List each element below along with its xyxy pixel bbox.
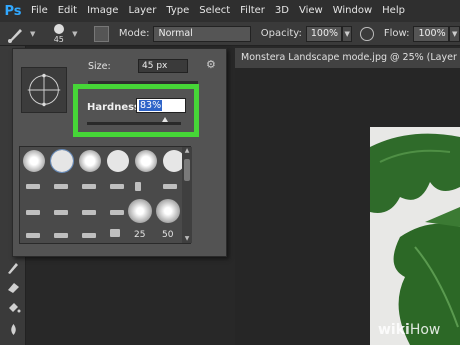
brush-panel-toggle-icon[interactable] bbox=[93, 25, 109, 42]
menu-bar: Ps File Edit Image Layer Type Select Fil… bbox=[0, 0, 460, 22]
preset-soft-round-50[interactable] bbox=[156, 199, 180, 223]
size-field[interactable]: 45 px bbox=[138, 59, 188, 73]
brush-tool-dropdown-icon[interactable]: ▼ bbox=[30, 30, 35, 38]
menu-image[interactable]: Image bbox=[82, 0, 123, 22]
opacity-field[interactable]: 100% bbox=[305, 25, 342, 42]
options-bar: ▼ 45 ▼ Mode: Normal Opacity: 100% ▼ Flow… bbox=[0, 22, 460, 46]
preset-small-14[interactable] bbox=[110, 229, 120, 237]
brush-preset-picker[interactable]: 45 bbox=[47, 23, 70, 45]
paint-bucket-icon[interactable] bbox=[6, 300, 21, 315]
preset-small-7[interactable] bbox=[26, 210, 40, 215]
preset-small-1[interactable] bbox=[26, 184, 40, 189]
preset-soft-round-2[interactable] bbox=[79, 150, 101, 172]
preset-small-13[interactable] bbox=[82, 233, 96, 238]
preset-small-2[interactable] bbox=[54, 184, 68, 189]
document-tab[interactable]: Monstera Landscape mode.jpg @ 25% (Layer… bbox=[235, 48, 460, 68]
preset-soft-round-3[interactable] bbox=[135, 150, 157, 172]
brush-dot-icon bbox=[53, 23, 64, 34]
brush-icon[interactable] bbox=[6, 24, 28, 44]
preset-number-50: 50 bbox=[162, 230, 174, 240]
brush-preset-panel: Size: 45 px ⚙ Hardness: 83% 25 50 ▲ ▼ bbox=[12, 48, 227, 257]
gear-icon[interactable]: ⚙ bbox=[206, 59, 218, 71]
airbrush-icon[interactable] bbox=[360, 26, 374, 41]
preset-small-6[interactable] bbox=[163, 184, 177, 189]
eraser-tool-icon[interactable] bbox=[6, 280, 21, 295]
preset-small-5[interactable] bbox=[135, 182, 141, 191]
preset-soft-round-25[interactable] bbox=[128, 199, 152, 223]
blur-tool-icon[interactable] bbox=[6, 322, 21, 337]
preset-hard-round-2[interactable] bbox=[107, 150, 129, 172]
hardness-highlight-box bbox=[73, 84, 199, 137]
preset-hard-round[interactable] bbox=[50, 149, 74, 173]
brush-size-readout: 45 bbox=[53, 34, 64, 44]
preset-small-3[interactable] bbox=[82, 184, 96, 189]
preset-small-9[interactable] bbox=[82, 210, 96, 215]
presets-scrollbar[interactable]: ▲ ▼ bbox=[182, 147, 192, 243]
preset-number-25: 25 bbox=[134, 230, 146, 240]
menu-window[interactable]: Window bbox=[328, 0, 377, 22]
menu-help[interactable]: Help bbox=[377, 0, 410, 22]
scrollbar-thumb[interactable] bbox=[184, 159, 190, 181]
menu-view[interactable]: View bbox=[294, 0, 328, 22]
preset-small-12[interactable] bbox=[54, 233, 68, 238]
size-label: Size: bbox=[88, 61, 111, 72]
flow-label: Flow: bbox=[383, 28, 410, 39]
menu-3d[interactable]: 3D bbox=[270, 0, 294, 22]
scroll-down-icon[interactable]: ▼ bbox=[182, 235, 192, 242]
preset-small-8[interactable] bbox=[54, 210, 68, 215]
mode-select[interactable]: Normal bbox=[153, 25, 251, 42]
wikihow-wiki-text: wiki bbox=[378, 322, 410, 338]
menu-layer[interactable]: Layer bbox=[123, 0, 161, 22]
preset-small-11[interactable] bbox=[26, 233, 40, 238]
menu-file[interactable]: File bbox=[26, 0, 53, 22]
menu-select[interactable]: Select bbox=[194, 0, 235, 22]
photoshop-logo[interactable]: Ps bbox=[0, 0, 26, 22]
mode-label: Mode: bbox=[118, 28, 150, 39]
brush-presets-grid: 25 50 bbox=[19, 146, 191, 244]
brush-tool-icon[interactable] bbox=[6, 260, 21, 275]
preset-small-10[interactable] bbox=[110, 210, 124, 215]
menu-filter[interactable]: Filter bbox=[235, 0, 270, 22]
flow-dropdown-icon[interactable]: ▼ bbox=[449, 25, 460, 42]
brush-preset-dropdown-icon[interactable]: ▼ bbox=[72, 30, 77, 38]
canvas-photo bbox=[370, 127, 460, 345]
brush-angle-preview[interactable] bbox=[21, 67, 67, 113]
scroll-up-icon[interactable]: ▲ bbox=[182, 147, 192, 154]
wikihow-watermark: wikiHow bbox=[378, 322, 440, 338]
opacity-label: Opacity: bbox=[260, 28, 302, 39]
menu-edit[interactable]: Edit bbox=[53, 0, 82, 22]
flow-field[interactable]: 100% bbox=[413, 25, 450, 42]
opacity-dropdown-icon[interactable]: ▼ bbox=[341, 25, 353, 42]
menu-type[interactable]: Type bbox=[161, 0, 194, 22]
preset-soft-round[interactable] bbox=[23, 150, 45, 172]
wikihow-how-text: How bbox=[409, 322, 441, 338]
preset-small-4[interactable] bbox=[110, 184, 124, 189]
